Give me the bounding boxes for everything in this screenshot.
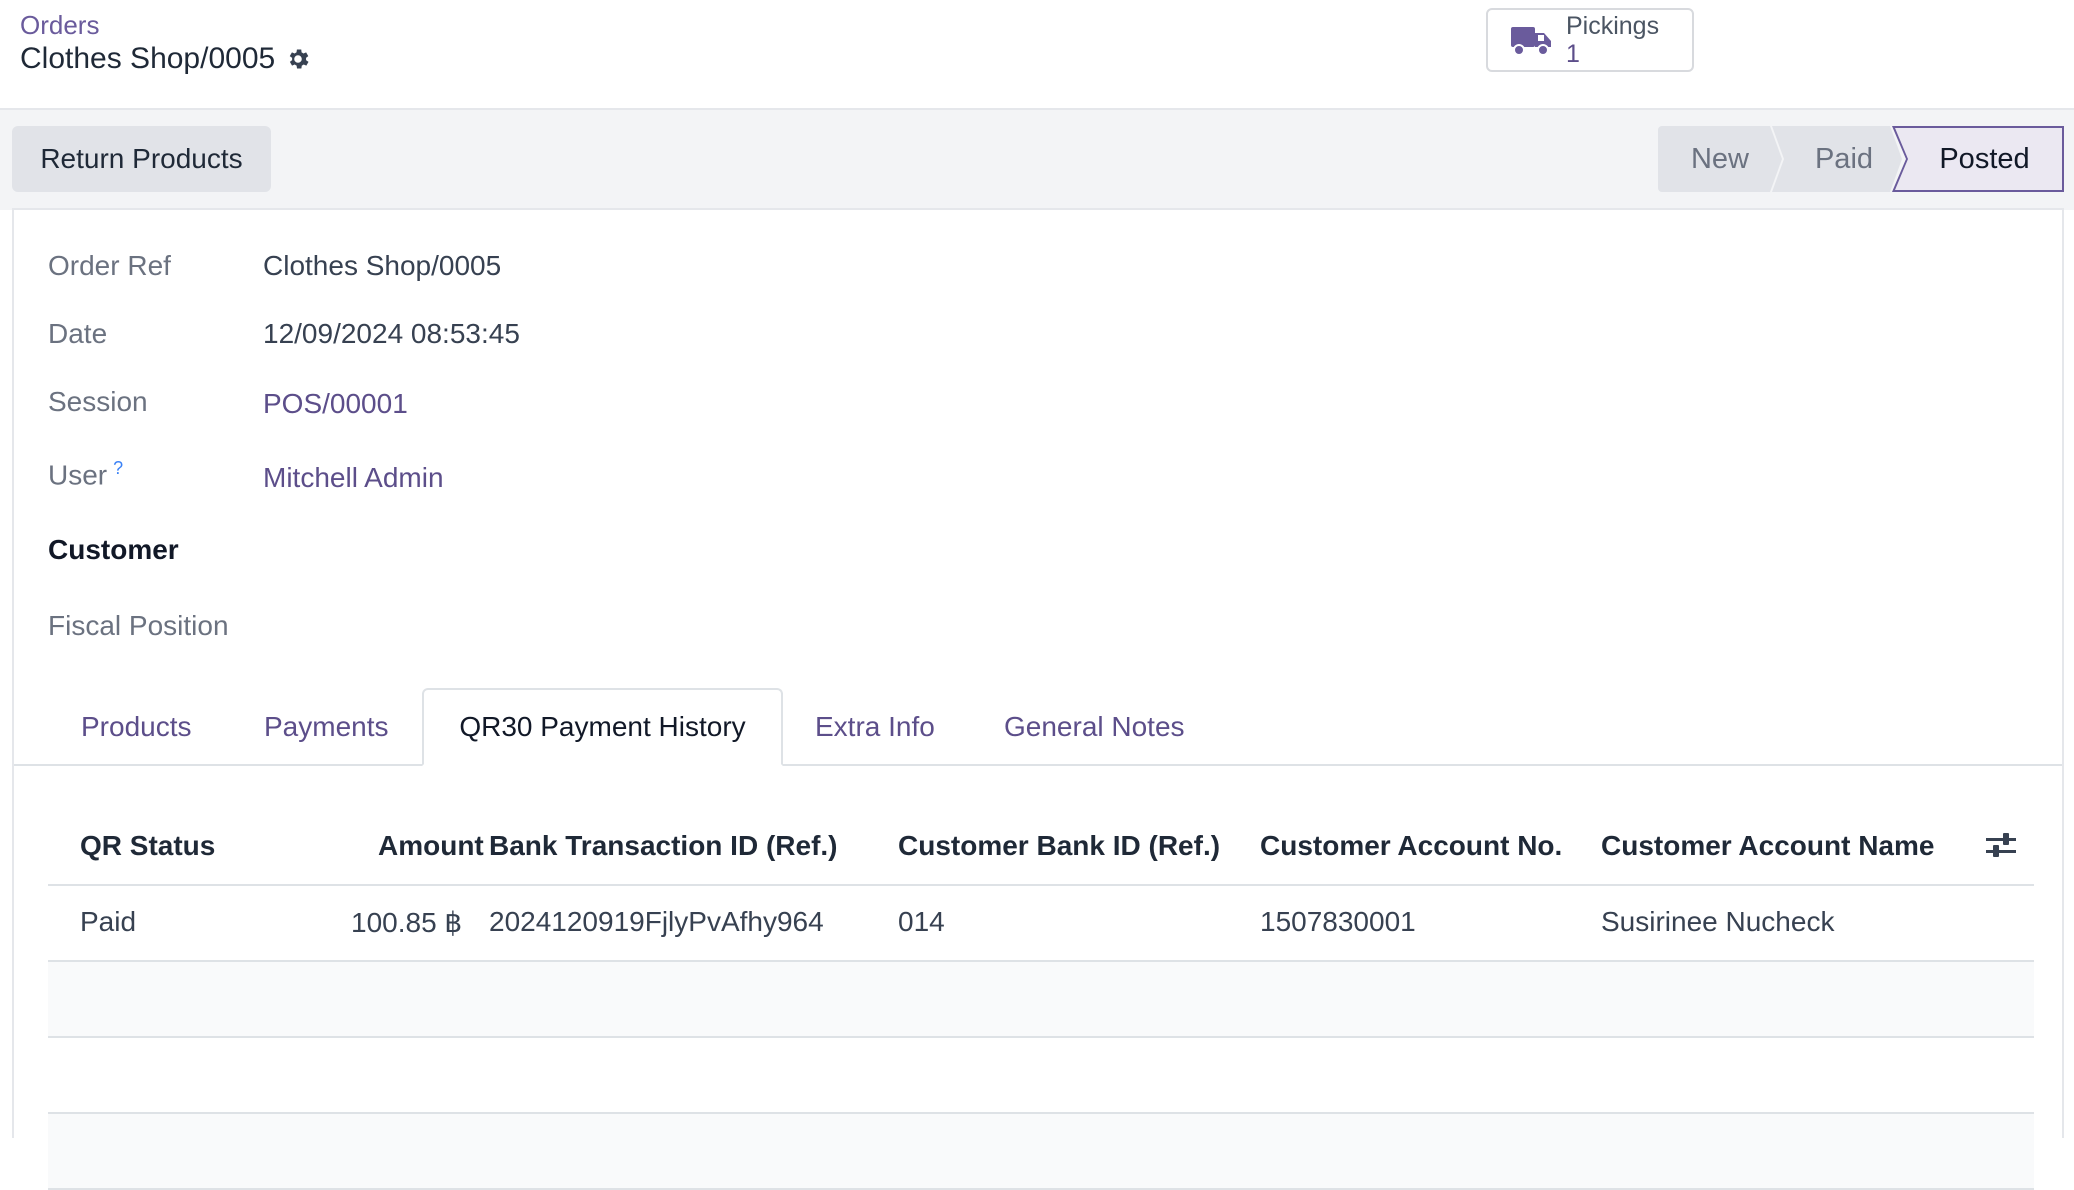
stage-new[interactable]: New (1658, 126, 1782, 192)
help-icon[interactable]: ? (113, 458, 123, 478)
pickings-label: Pickings (1566, 12, 1660, 40)
qr30-payment-table: QR Status Amount Bank Transaction ID (Re… (48, 810, 2034, 1190)
col-amount[interactable]: Amount (378, 830, 484, 862)
stage-paid[interactable]: Paid (1772, 126, 1902, 192)
date-label: Date (48, 318, 108, 349)
tab-qr30-payment-history[interactable]: QR30 Payment History (422, 688, 783, 766)
form-statusbar-area: Return Products New Paid Posted (0, 110, 2074, 210)
cell-amount: 100.85 ฿ (351, 907, 463, 938)
breadcrumb-current: Clothes Shop/0005 (20, 42, 311, 76)
user-label: User? (48, 458, 123, 491)
cell-customer-bank-id: 014 (898, 906, 945, 937)
table-row[interactable]: Paid 100.85 ฿ 2024120919FjlyPvAfhy964 01… (48, 886, 2034, 962)
tab-payments[interactable]: Payments (264, 688, 389, 766)
col-customer-bank-id[interactable]: Customer Bank ID (Ref.) (898, 830, 1220, 862)
date-value: 12/09/2024 08:53:45 (263, 318, 520, 349)
return-products-button[interactable]: Return Products (12, 126, 271, 192)
col-qr-status[interactable]: QR Status (80, 830, 215, 862)
order-ref-value: Clothes Shop/0005 (263, 250, 502, 281)
table-header: QR Status Amount Bank Transaction ID (Re… (48, 810, 2034, 886)
col-customer-account-name[interactable]: Customer Account Name (1601, 830, 1934, 862)
session-label: Session (48, 386, 148, 417)
cell-customer-account-name: Susirinee Nucheck (1601, 906, 1835, 937)
user-label-text: User (48, 459, 108, 491)
form-sheet: Order Ref Clothes Shop/0005 Date 12/09/2… (12, 208, 2064, 1190)
cell-customer-account-no: 1507830001 (1260, 906, 1416, 937)
notebook-tabs: Products Payments QR30 Payment History E… (14, 688, 2062, 766)
statusbar: New Paid Posted (1658, 126, 2064, 192)
col-bank-transaction-id[interactable]: Bank Transaction ID (Ref.) (489, 830, 838, 862)
user-link[interactable]: Mitchell Admin (263, 462, 444, 494)
stage-posted[interactable]: Posted (1895, 128, 2062, 190)
control-panel: Orders Clothes Shop/0005 Pickings 1 (0, 0, 2074, 110)
pickings-count: 1 (1566, 40, 1580, 68)
pickings-smart-button[interactable]: Pickings 1 (1486, 8, 1694, 72)
tab-extra-info[interactable]: Extra Info (815, 688, 935, 766)
record-title: Clothes Shop/0005 (20, 42, 276, 75)
truck-icon (1510, 23, 1552, 57)
customer-label: Customer (48, 534, 179, 565)
breadcrumb-orders-link[interactable]: Orders (20, 10, 99, 41)
empty-table-row (48, 962, 2034, 1038)
tab-products[interactable]: Products (81, 688, 192, 766)
gear-icon[interactable] (285, 46, 311, 72)
order-ref-label: Order Ref (48, 250, 171, 281)
empty-table-row (48, 1114, 2034, 1190)
session-link[interactable]: POS/00001 (263, 388, 408, 420)
optional-columns-icon[interactable] (1986, 832, 2016, 860)
col-customer-account-no[interactable]: Customer Account No. (1260, 830, 1562, 862)
tab-general-notes[interactable]: General Notes (1004, 688, 1185, 766)
cell-qr-status: Paid (80, 906, 137, 937)
cell-bank-transaction-id: 2024120919FjlyPvAfhy964 (489, 906, 824, 937)
fiscal-position-label: Fiscal Position (48, 610, 229, 641)
empty-table-row (48, 1038, 2034, 1114)
